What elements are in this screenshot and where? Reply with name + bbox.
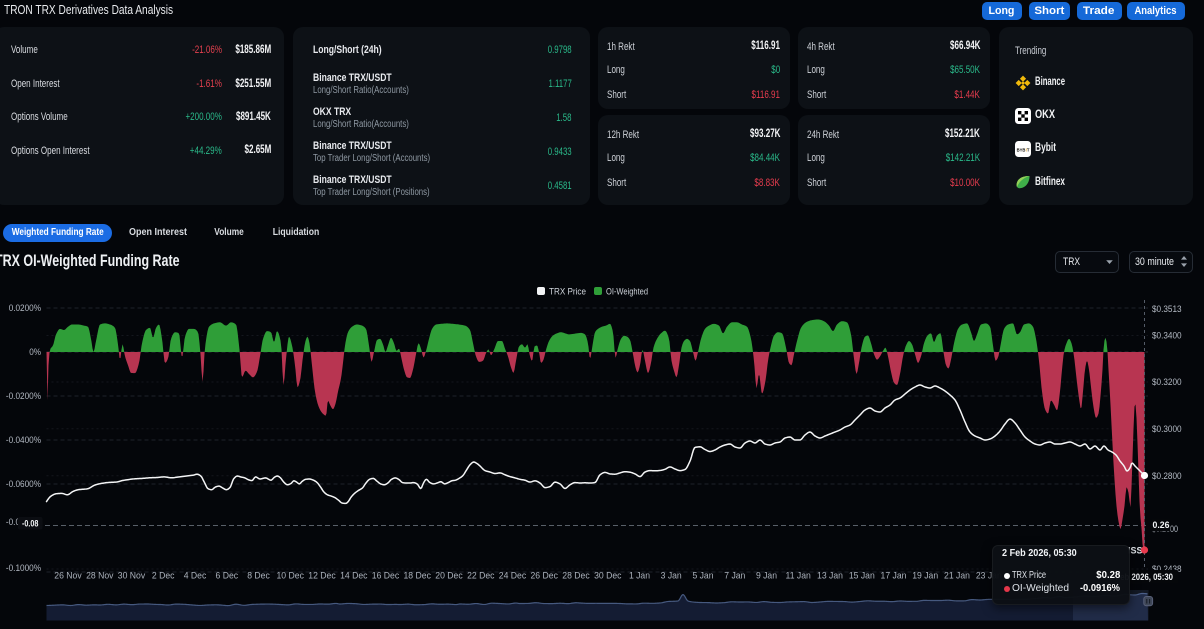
svg-text:14 Dec: 14 Dec <box>340 571 368 581</box>
svg-text:6 Dec: 6 Dec <box>216 571 239 581</box>
svg-text:12 Dec: 12 Dec <box>308 571 336 581</box>
svg-text:-0.08: -0.08 <box>22 519 39 530</box>
svg-text:-0.0200%: -0.0200% <box>6 391 41 401</box>
svg-text:28 Dec: 28 Dec <box>562 571 590 581</box>
svg-text:10 Dec: 10 Dec <box>277 571 305 581</box>
svg-text:$0.3000: $0.3000 <box>1152 424 1182 434</box>
svg-text:18 Dec: 18 Dec <box>404 571 432 581</box>
svg-text:7 Jan: 7 Jan <box>724 571 745 581</box>
svg-text:$0.3400: $0.3400 <box>1152 331 1182 341</box>
svg-text:-0.0400%: -0.0400% <box>6 435 41 445</box>
svg-text:26 Nov: 26 Nov <box>54 571 82 581</box>
svg-text:0.26: 0.26 <box>1153 520 1170 531</box>
svg-text:$0.2800: $0.2800 <box>1152 471 1182 481</box>
svg-text:$0.3200: $0.3200 <box>1152 377 1182 387</box>
svg-text:-0.1000%: -0.1000% <box>6 563 41 573</box>
svg-text:24 Dec: 24 Dec <box>499 571 527 581</box>
svg-text:$0.3513: $0.3513 <box>1152 304 1182 314</box>
svg-text:OI-Weighted: OI-Weighted <box>606 287 648 298</box>
svg-text:8 Dec: 8 Dec <box>247 571 270 581</box>
svg-text:3 Jan: 3 Jan <box>661 571 682 581</box>
svg-text:16 Dec: 16 Dec <box>372 571 400 581</box>
svg-text:TRX Price: TRX Price <box>549 287 586 298</box>
svg-text:22 Dec: 22 Dec <box>467 571 495 581</box>
svg-text:0.0200%: 0.0200% <box>9 303 41 313</box>
svg-text:19 Jan: 19 Jan <box>912 571 938 581</box>
svg-text:5 Jan: 5 Jan <box>692 571 713 581</box>
svg-text:9 Jan: 9 Jan <box>756 571 777 581</box>
svg-text:1 Jan: 1 Jan <box>629 571 650 581</box>
svg-text:-0.0600%: -0.0600% <box>6 479 41 489</box>
svg-text:30 Dec: 30 Dec <box>594 571 622 581</box>
svg-text:4 Dec: 4 Dec <box>184 571 207 581</box>
svg-text:20 Dec: 20 Dec <box>435 571 463 581</box>
svg-text:ISS: ISS <box>1128 546 1143 557</box>
svg-text:0%: 0% <box>29 347 41 357</box>
svg-text:2 Dec: 2 Dec <box>152 571 175 581</box>
svg-text:11 Jan: 11 Jan <box>786 571 811 581</box>
svg-text:26 Dec: 26 Dec <box>531 571 559 581</box>
svg-text:28 Nov: 28 Nov <box>86 571 114 581</box>
svg-text:21 Jan: 21 Jan <box>944 571 970 581</box>
svg-text:17 Jan: 17 Jan <box>881 571 907 581</box>
svg-text:13 Jan: 13 Jan <box>817 571 843 581</box>
svg-text:15 Jan: 15 Jan <box>849 571 875 581</box>
svg-text:30 Nov: 30 Nov <box>118 571 146 581</box>
